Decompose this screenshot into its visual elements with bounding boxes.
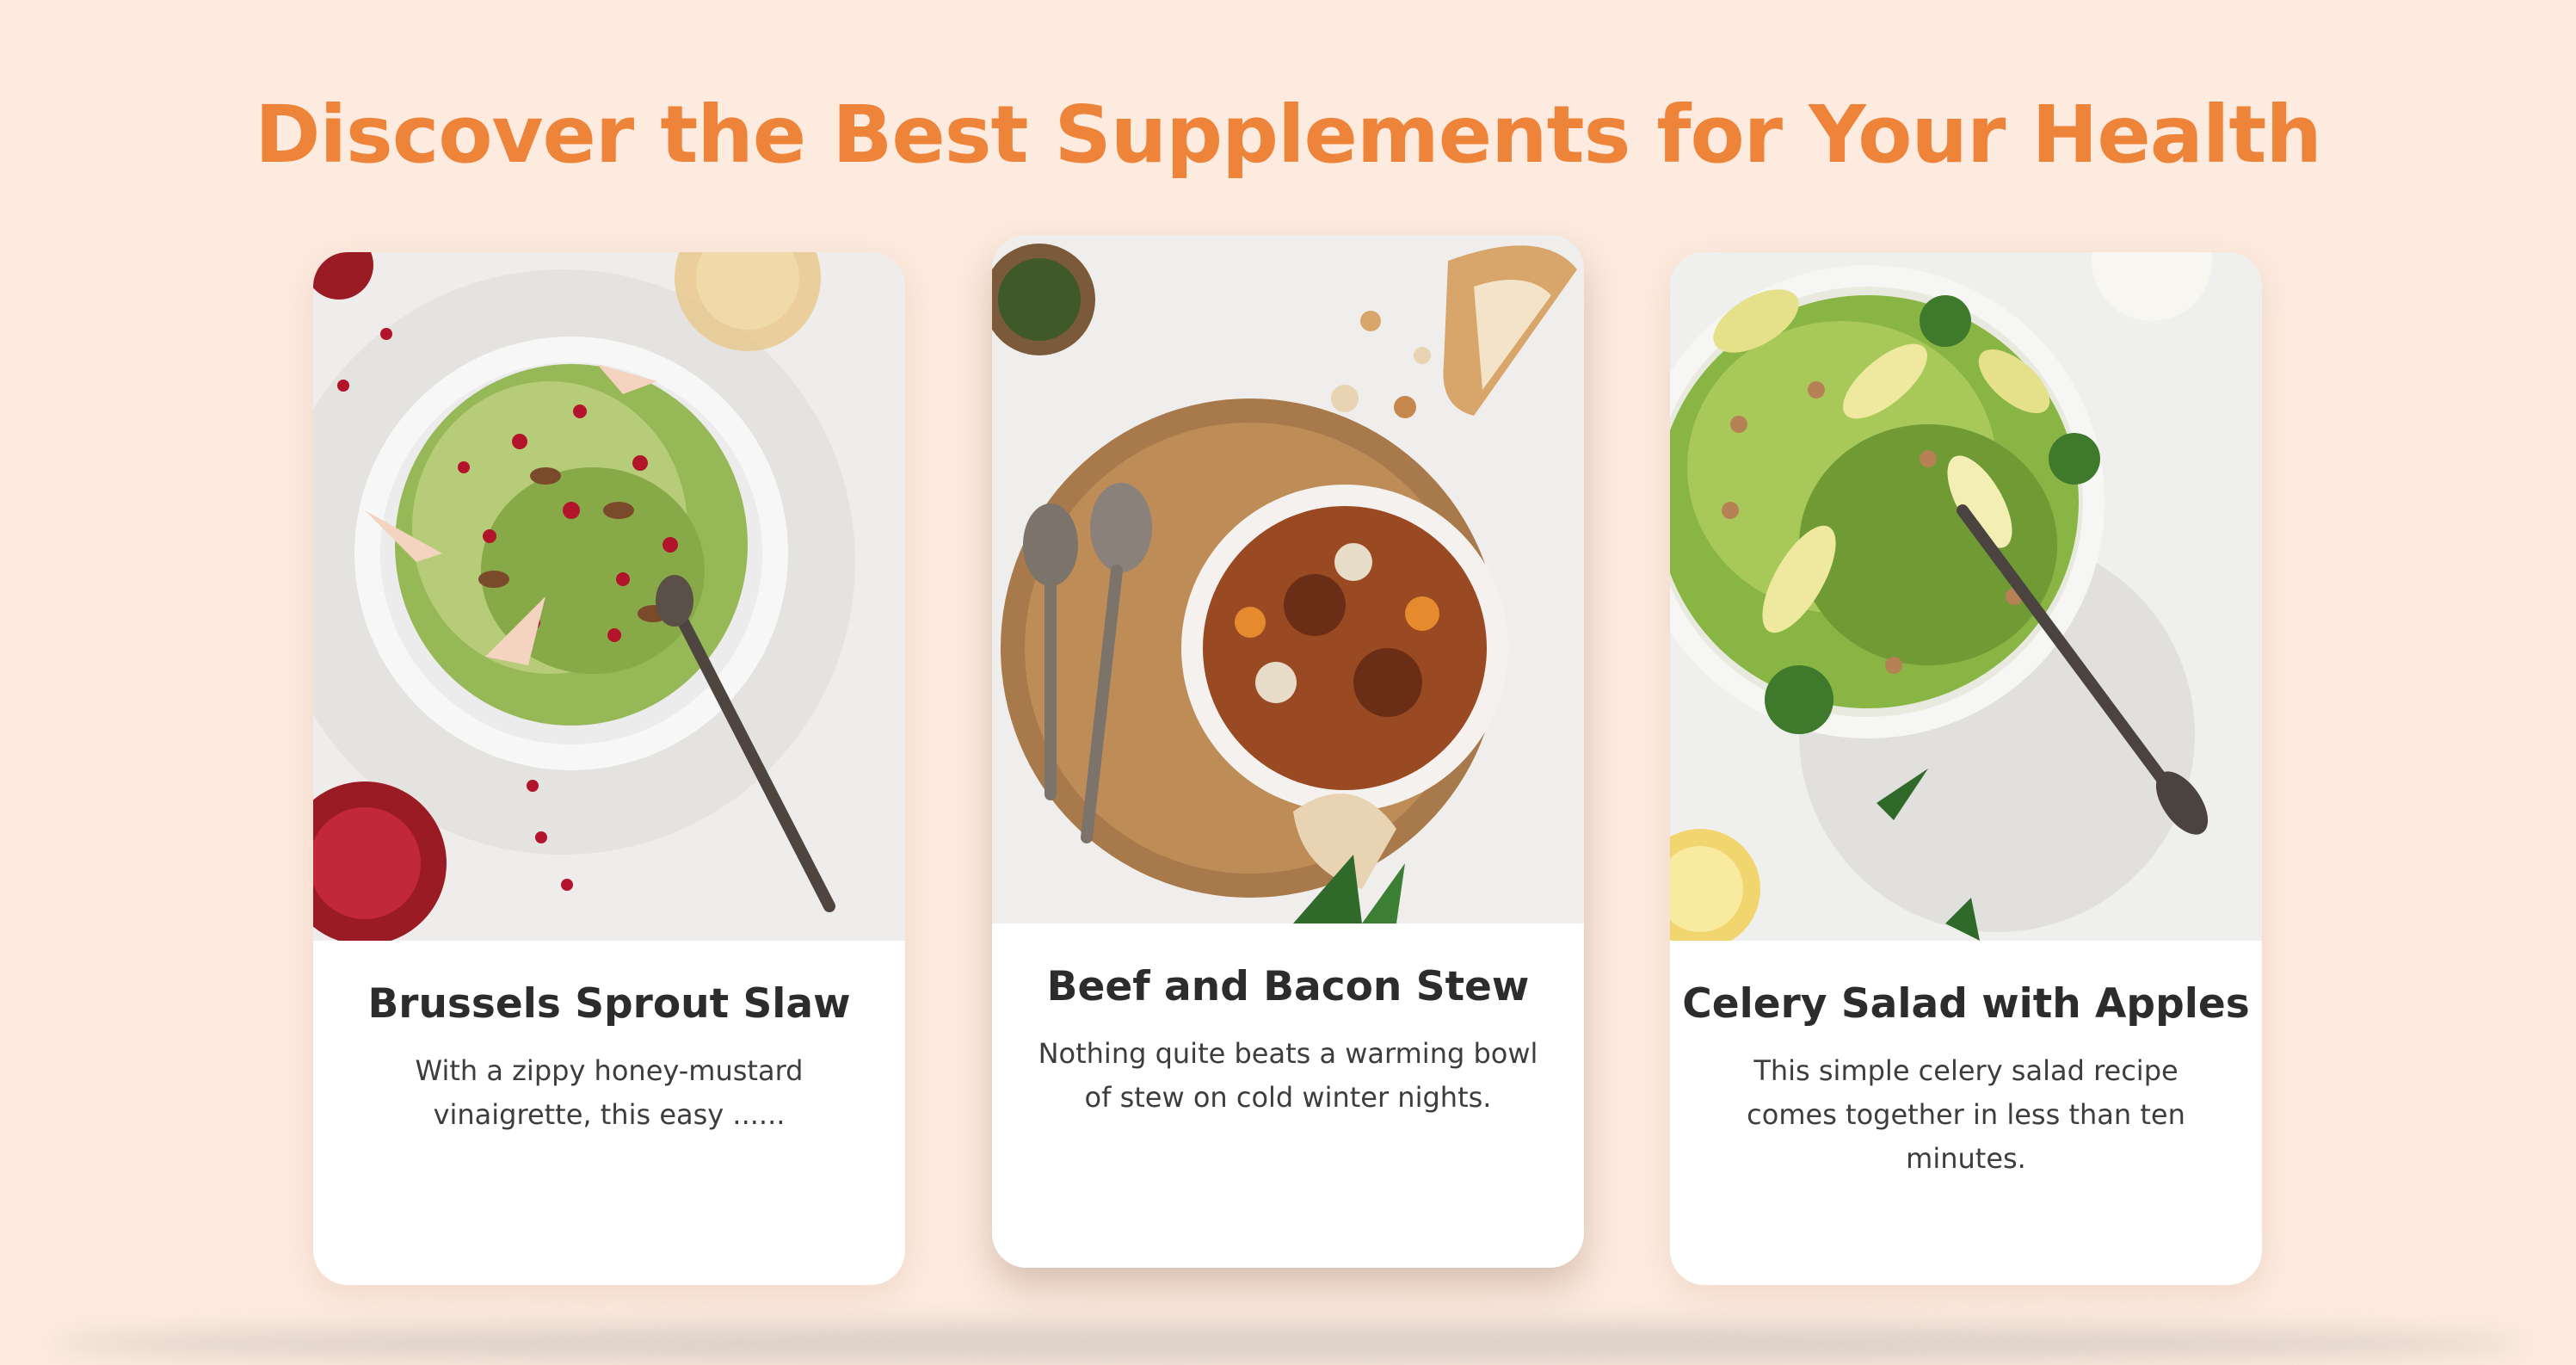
card-title[interactable]: Celery Salad with Apples <box>1670 977 2262 1032</box>
brussels-sprout-slaw-photo <box>313 252 905 941</box>
celery-apple-salad-photo <box>1670 252 2262 941</box>
page-title: Discover the Best Supplements for Your H… <box>255 89 2322 181</box>
page-bottom-shadow <box>52 1322 2524 1365</box>
card-description: With a zippy honey-mustard vinaigrette, … <box>415 1054 804 1131</box>
recipe-card-beef-bacon-stew[interactable]: Beef and Bacon Stew Nothing quite beats … <box>992 235 1584 1268</box>
card-description: Nothing quite beats a warming bowl of st… <box>1038 1037 1538 1114</box>
recipe-card-brussels-sprout-slaw[interactable]: Brussels Sprout Slaw With a zippy honey-… <box>313 252 905 1285</box>
card-title[interactable]: Brussels Sprout Slaw <box>313 977 905 1032</box>
card-description: This simple celery salad recipe comes to… <box>1747 1054 2185 1175</box>
card-title[interactable]: Beef and Bacon Stew <box>992 960 1584 1015</box>
beef-bacon-stew-photo <box>992 235 1584 923</box>
recipe-card-celery-salad-apples[interactable]: Celery Salad with Apples This simple cel… <box>1670 252 2262 1285</box>
